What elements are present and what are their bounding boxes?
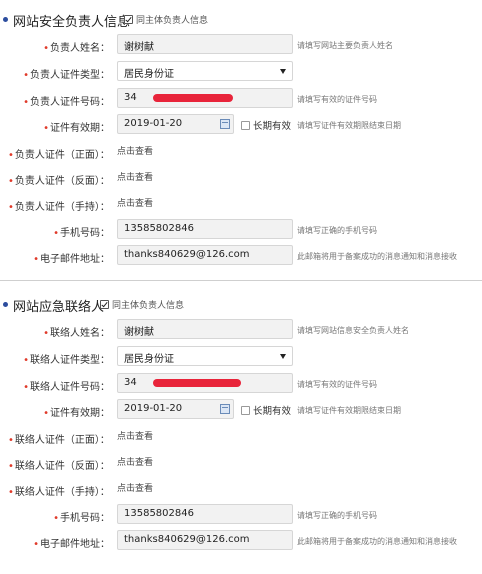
id-back-row: •负责人证件（反面）： 点击查看 <box>0 167 482 189</box>
id-front-row: •联络人证件（正面）： 点击查看 <box>0 426 482 448</box>
id-hand-label: •联络人证件（手持）： <box>8 487 110 498</box>
name-hint: 请填写网站主要负责人姓名 <box>297 41 393 50</box>
id-type-value: 居民身份证 <box>124 354 174 365</box>
id-number-input[interactable]: 34 <box>117 88 293 108</box>
validity-date-input[interactable]: 2019-01-20 <box>117 114 234 134</box>
id-type-select[interactable]: 居民身份证 <box>117 61 293 81</box>
id-front-label: •联络人证件（正面）： <box>8 435 110 446</box>
email-label: •电子邮件地址： <box>33 539 110 550</box>
phone-hint: 请填写正确的手机号码 <box>297 511 377 520</box>
id-number-value: 34 <box>124 377 137 388</box>
validity-date-input[interactable]: 2019-01-20 <box>117 399 234 419</box>
id-back-label: •联络人证件（反面）： <box>8 461 110 472</box>
email-hint: 此邮箱将用于备案成功的消息通知和消息接收 <box>297 252 457 261</box>
validity-hint: 请填写证件有效期限结束日期 <box>297 406 401 415</box>
id-type-row: •联络人证件类型： 居民身份证 <box>0 346 482 368</box>
same-as-main-label: 同主体负责人信息 <box>136 16 209 26</box>
long-term-checkbox[interactable] <box>241 405 250 415</box>
name-row: •联络人姓名： 谢树献 请填写网站信息安全负责人姓名 <box>0 319 482 341</box>
id-number-hint: 请填写有效的证件号码 <box>297 380 377 389</box>
id-hand-label: •负责人证件（手持）： <box>8 202 110 213</box>
same-as-main-checkbox[interactable] <box>100 300 109 309</box>
name-hint: 请填写网站信息安全负责人姓名 <box>297 326 409 335</box>
phone-input[interactable]: 13585802846 <box>117 219 293 239</box>
email-row: •电子邮件地址： thanks840629@126.com 此邮箱将用于备案成功… <box>0 245 482 267</box>
id-type-label: •负责人证件类型： <box>23 70 110 81</box>
phone-label: •手机号码： <box>53 228 110 239</box>
id-number-label: •负责人证件号码： <box>23 97 110 108</box>
same-as-main-label: 同主体负责人信息 <box>112 301 185 311</box>
section-bullet-icon <box>3 302 8 307</box>
long-term-checkbox[interactable] <box>241 120 250 130</box>
same-as-main-toggle[interactable]: 同主体负责人信息 <box>100 298 184 311</box>
email-label: •电子邮件地址： <box>33 254 110 265</box>
chevron-down-icon <box>280 69 286 74</box>
email-input[interactable]: thanks840629@126.com <box>117 530 293 550</box>
phone-input[interactable]: 13585802846 <box>117 504 293 524</box>
id-type-row: •负责人证件类型： 居民身份证 <box>0 61 482 83</box>
phone-row: •手机号码： 13585802846 请填写正确的手机号码 <box>0 219 482 241</box>
phone-hint: 请填写正确的手机号码 <box>297 226 377 235</box>
validity-row: •证件有效期： 2019-01-20 长期有效 请填写证件有效期限结束日期 <box>0 399 482 421</box>
validity-label: •证件有效期： <box>43 408 110 419</box>
id-back-view-link[interactable]: 点击查看 <box>117 455 153 468</box>
id-hand-row: •负责人证件（手持）： 点击查看 <box>0 193 482 215</box>
section-bullet-icon <box>3 17 8 22</box>
email-input[interactable]: thanks840629@126.com <box>117 245 293 265</box>
validity-row: •证件有效期： 2019-01-20 长期有效 请填写证件有效期限结束日期 <box>0 114 482 136</box>
id-front-view-link[interactable]: 点击查看 <box>117 429 153 442</box>
name-input[interactable]: 谢树献 <box>117 319 293 339</box>
id-type-select[interactable]: 居民身份证 <box>117 346 293 366</box>
redaction-mark <box>153 379 241 387</box>
name-label: •负责人姓名： <box>43 43 110 54</box>
validity-hint: 请填写证件有效期限结束日期 <box>297 121 401 130</box>
long-term-toggle[interactable]: 长期有效 <box>241 118 291 132</box>
id-number-row: •负责人证件号码： 34 请填写有效的证件号码 <box>0 88 482 110</box>
validity-label: •证件有效期： <box>43 123 110 134</box>
id-type-label: •联络人证件类型： <box>23 355 110 366</box>
id-hand-view-link[interactable]: 点击查看 <box>117 481 153 494</box>
email-hint: 此邮箱将用于备案成功的消息通知和消息接收 <box>297 537 457 546</box>
calendar-icon[interactable] <box>220 404 230 414</box>
id-number-row: •联络人证件号码： 34 请填写有效的证件号码 <box>0 373 482 395</box>
chevron-down-icon <box>280 354 286 359</box>
validity-date-value: 2019-01-20 <box>124 403 183 414</box>
id-hand-view-link[interactable]: 点击查看 <box>117 196 153 209</box>
name-row: •负责人姓名： 谢树献 请填写网站主要负责人姓名 <box>0 34 482 56</box>
same-as-main-toggle[interactable]: 同主体负责人信息 <box>124 13 208 26</box>
validity-date-value: 2019-01-20 <box>124 118 183 129</box>
same-as-main-checkbox[interactable] <box>124 15 133 24</box>
id-back-label: •负责人证件（反面）： <box>8 176 110 187</box>
id-back-row: •联络人证件（反面）： 点击查看 <box>0 452 482 474</box>
redaction-mark <box>153 94 233 102</box>
phone-label: •手机号码： <box>53 513 110 524</box>
name-input[interactable]: 谢树献 <box>117 34 293 54</box>
long-term-label: 长期有效 <box>253 406 292 417</box>
phone-row: •手机号码： 13585802846 请填写正确的手机号码 <box>0 504 482 526</box>
id-number-hint: 请填写有效的证件号码 <box>297 95 377 104</box>
id-front-row: •负责人证件（正面）： 点击查看 <box>0 141 482 163</box>
section-title: 网站安全负责人信息 <box>13 15 131 30</box>
id-number-input[interactable]: 34 <box>117 373 293 393</box>
long-term-label: 长期有效 <box>253 121 292 132</box>
id-type-value: 居民身份证 <box>124 69 174 80</box>
id-hand-row: •联络人证件（手持）： 点击查看 <box>0 478 482 500</box>
calendar-icon[interactable] <box>220 119 230 129</box>
id-back-view-link[interactable]: 点击查看 <box>117 170 153 183</box>
id-number-value: 34 <box>124 92 137 103</box>
id-number-label: •联络人证件号码： <box>23 382 110 393</box>
section-divider <box>0 280 482 281</box>
long-term-toggle[interactable]: 长期有效 <box>241 403 291 417</box>
id-front-label: •负责人证件（正面）： <box>8 150 110 161</box>
name-label: •联络人姓名： <box>43 328 110 339</box>
section-title: 网站应急联络人 <box>13 300 105 315</box>
id-front-view-link[interactable]: 点击查看 <box>117 144 153 157</box>
email-row: •电子邮件地址： thanks840629@126.com 此邮箱将用于备案成功… <box>0 530 482 552</box>
